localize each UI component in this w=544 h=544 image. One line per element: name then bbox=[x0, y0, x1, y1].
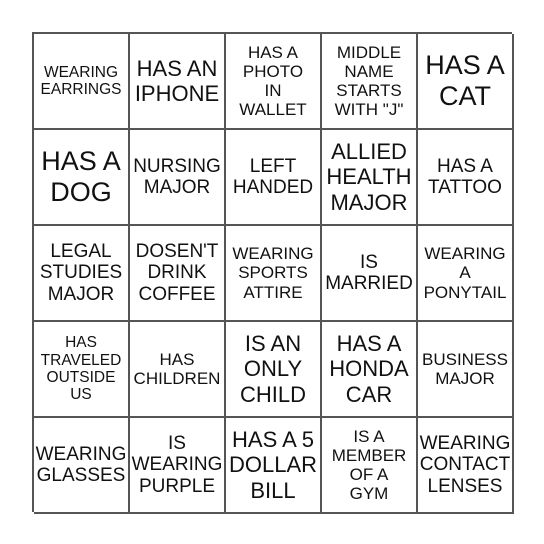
bingo-cell[interactable]: HAS A PHOTO IN WALLET bbox=[226, 34, 322, 130]
bingo-cell[interactable]: IS MARRIED bbox=[322, 226, 418, 322]
bingo-cell[interactable]: WEARING CONTACT LENSES bbox=[418, 418, 514, 514]
bingo-cell[interactable]: HAS A CAT bbox=[418, 34, 514, 130]
bingo-cell[interactable]: HAS AN IPHONE bbox=[130, 34, 226, 130]
bingo-cell[interactable]: IS WEARING PURPLE bbox=[130, 418, 226, 514]
bingo-cell[interactable]: WEARING SPORTS ATTIRE bbox=[226, 226, 322, 322]
bingo-cell[interactable]: LEGAL STUDIES MAJOR bbox=[34, 226, 130, 322]
bingo-cell[interactable]: HAS CHILDREN bbox=[130, 322, 226, 418]
bingo-board: WEARING EARRINGS HAS AN IPHONE HAS A PHOTO… bbox=[32, 32, 514, 514]
bingo-cell[interactable]: ALLIED HEALTH MAJOR bbox=[322, 130, 418, 226]
bingo-cell[interactable]: HAS A TATTOO bbox=[418, 130, 514, 226]
bingo-cell[interactable]: HAS A HONDA CAR bbox=[322, 322, 418, 418]
bingo-cell[interactable]: HAS A DOG bbox=[34, 130, 130, 226]
bingo-cell[interactable]: WEARING EARRINGS bbox=[34, 34, 130, 130]
bingo-cell[interactable]: LEFT HANDED bbox=[226, 130, 322, 226]
bingo-cell[interactable]: HAS A 5 DOLLAR BILL bbox=[226, 418, 322, 514]
bingo-cell[interactable]: DOSEN'T DRINK COFFEE bbox=[130, 226, 226, 322]
bingo-cell[interactable]: NURSING MAJOR bbox=[130, 130, 226, 226]
bingo-cell[interactable]: MIDDLE NAME STARTS WITH "J" bbox=[322, 34, 418, 130]
bingo-cell[interactable]: WEARING A PONYTAIL bbox=[418, 226, 514, 322]
bingo-cell[interactable]: IS AN ONLY CHILD bbox=[226, 322, 322, 418]
bingo-cell[interactable]: BUSINESS MAJOR bbox=[418, 322, 514, 418]
bingo-cell[interactable]: IS A MEMBER OF A GYM bbox=[322, 418, 418, 514]
bingo-cell[interactable]: WEARING GLASSES bbox=[34, 418, 130, 514]
bingo-cell[interactable]: HAS TRAVELED OUTSIDE US bbox=[34, 322, 130, 418]
